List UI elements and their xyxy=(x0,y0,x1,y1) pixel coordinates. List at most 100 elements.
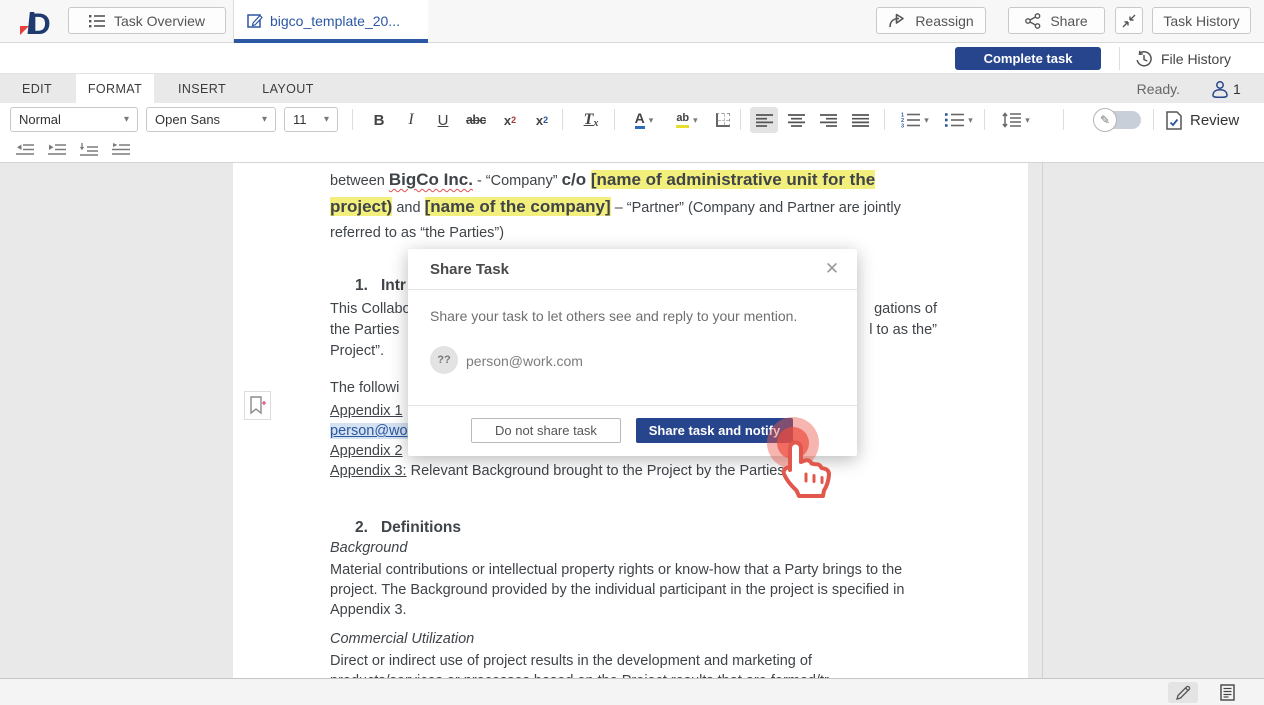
chevron-down-icon: ▾ xyxy=(968,115,973,126)
align-left-icon xyxy=(756,114,773,127)
chevron-down-icon: ▾ xyxy=(649,115,654,126)
tab-edit[interactable]: EDIT xyxy=(10,74,64,103)
user-count-value: 1 xyxy=(1233,81,1241,97)
underline-button[interactable]: U xyxy=(430,107,456,133)
reassign-label: Reassign xyxy=(915,13,973,29)
bottom-bar xyxy=(0,678,1264,705)
font-family-select[interactable]: Open Sans ▾ xyxy=(146,107,276,132)
bold-button[interactable]: B xyxy=(366,107,392,133)
bullet-list-button[interactable]: ▾ xyxy=(940,107,978,133)
task-overview-button[interactable]: Task Overview xyxy=(68,7,226,34)
increase-indent-icon xyxy=(48,143,66,157)
recipient-email: person@work.com xyxy=(466,353,583,369)
decrease-indent-button[interactable] xyxy=(12,140,38,160)
share-and-notify-button[interactable]: Share task and notify xyxy=(636,418,793,443)
superscript-button[interactable]: x2 xyxy=(496,107,524,133)
line-spacing-button[interactable]: ▾ xyxy=(996,107,1036,133)
document-text-icon xyxy=(1220,684,1235,701)
divider xyxy=(1063,109,1064,130)
chevron-down-icon: ▾ xyxy=(924,115,929,126)
task-history-button[interactable]: Task History xyxy=(1152,7,1251,34)
pencil-note-icon: ✎ xyxy=(1100,113,1110,127)
clipped-line: products/services or processes based on … xyxy=(330,671,942,678)
file-history-button[interactable]: File History xyxy=(1135,47,1231,70)
formatting-toolbar: Normal ▾ Open Sans ▾ 11 ▾ B I U abc x2 x… xyxy=(0,103,1264,137)
track-changes-toggle[interactable]: ✎ xyxy=(1093,108,1141,132)
highlight-color-button[interactable]: ab ▾ xyxy=(668,107,706,133)
font-size-select[interactable]: 11 ▾ xyxy=(284,107,338,132)
company-name-text: BigCo Inc. xyxy=(389,170,473,189)
history-clock-icon xyxy=(1135,50,1153,68)
hanging-indent-button[interactable] xyxy=(76,140,102,160)
tab-layout[interactable]: LAYOUT xyxy=(250,74,326,103)
appendix-email-link: person@wo xyxy=(330,421,408,441)
numbered-list-button[interactable]: 123 ▾ xyxy=(896,107,934,133)
increase-indent-button[interactable] xyxy=(44,140,70,160)
appendix-1-line: Appendix 1 xyxy=(330,401,403,421)
svg-text:3: 3 xyxy=(901,124,904,129)
add-bookmark-button[interactable] xyxy=(244,391,271,420)
align-center-button[interactable] xyxy=(782,107,810,133)
align-justify-icon xyxy=(852,114,869,127)
close-icon[interactable]: ✕ xyxy=(821,258,843,280)
divider xyxy=(614,109,615,130)
first-line-indent-icon xyxy=(112,143,130,157)
divider xyxy=(1119,47,1120,70)
divider xyxy=(352,109,353,130)
collapse-panel-button[interactable] xyxy=(1115,7,1143,34)
menu-bar: EDIT FORMAT INSERT LAYOUT Ready. 1 xyxy=(0,74,1264,103)
tab-insert[interactable]: INSERT xyxy=(166,74,238,103)
align-left-button[interactable] xyxy=(750,107,778,133)
collapse-arrows-icon xyxy=(1122,14,1136,28)
divider xyxy=(884,109,885,130)
definition-term: Commercial Utilization xyxy=(330,631,474,647)
definition-body: Direct or indirect use of project result… xyxy=(330,651,942,671)
numbered-list-icon: 123 xyxy=(901,112,920,128)
edit-document-icon xyxy=(247,13,263,29)
align-right-button[interactable] xyxy=(814,107,842,133)
divider xyxy=(562,109,563,130)
edit-mode-button[interactable] xyxy=(1168,682,1198,703)
active-users-badge[interactable]: 1 xyxy=(1208,74,1241,103)
file-history-label: File History xyxy=(1161,51,1231,67)
tab-format[interactable]: FORMAT xyxy=(76,74,154,103)
document-tab[interactable]: bigco_template_20... xyxy=(234,0,428,42)
reassign-arrow-icon xyxy=(888,13,906,29)
font-color-button[interactable]: A ▾ xyxy=(626,107,662,133)
modal-title: Share Task xyxy=(430,261,509,278)
email-link[interactable]: person@wo xyxy=(330,423,408,439)
share-button[interactable]: Share xyxy=(1008,7,1105,34)
borders-button[interactable] xyxy=(710,107,736,133)
align-center-icon xyxy=(788,114,805,127)
review-label: Review xyxy=(1190,112,1239,129)
appendix-2-line: Appendix 2 xyxy=(330,441,403,461)
panel-divider xyxy=(1042,163,1043,678)
share-nodes-icon xyxy=(1025,13,1041,29)
paragraph-style-select[interactable]: Normal ▾ xyxy=(10,107,138,132)
italic-button[interactable]: I xyxy=(398,107,424,133)
document-view-button[interactable] xyxy=(1212,682,1242,703)
strikethrough-button[interactable]: abc xyxy=(460,107,492,133)
align-justify-button[interactable] xyxy=(846,107,874,133)
divider xyxy=(740,109,741,130)
highlighted-placeholder: [name of the company] xyxy=(425,197,611,216)
subscript-button[interactable]: x2 xyxy=(528,107,556,133)
review-check-document-icon xyxy=(1166,111,1182,130)
borders-icon xyxy=(716,113,730,127)
document-line: The followi xyxy=(330,380,399,396)
task-overview-label: Task Overview xyxy=(114,13,205,29)
share-label: Share xyxy=(1050,13,1087,29)
chevron-down-icon: ▾ xyxy=(262,114,267,125)
complete-task-button[interactable]: Complete task xyxy=(955,47,1101,70)
bullet-list-icon xyxy=(945,112,964,128)
review-button[interactable]: Review xyxy=(1166,107,1239,133)
do-not-share-button[interactable]: Do not share task xyxy=(471,418,621,443)
list-icon xyxy=(89,14,105,28)
first-line-indent-button[interactable] xyxy=(108,140,134,160)
clear-formatting-button[interactable]: Tx xyxy=(576,107,606,133)
align-right-icon xyxy=(820,114,837,127)
chevron-down-icon: ▾ xyxy=(124,114,129,125)
section-heading-1: 1. Intr xyxy=(355,277,406,295)
indent-toolbar xyxy=(0,137,1264,163)
reassign-button[interactable]: Reassign xyxy=(876,7,986,34)
